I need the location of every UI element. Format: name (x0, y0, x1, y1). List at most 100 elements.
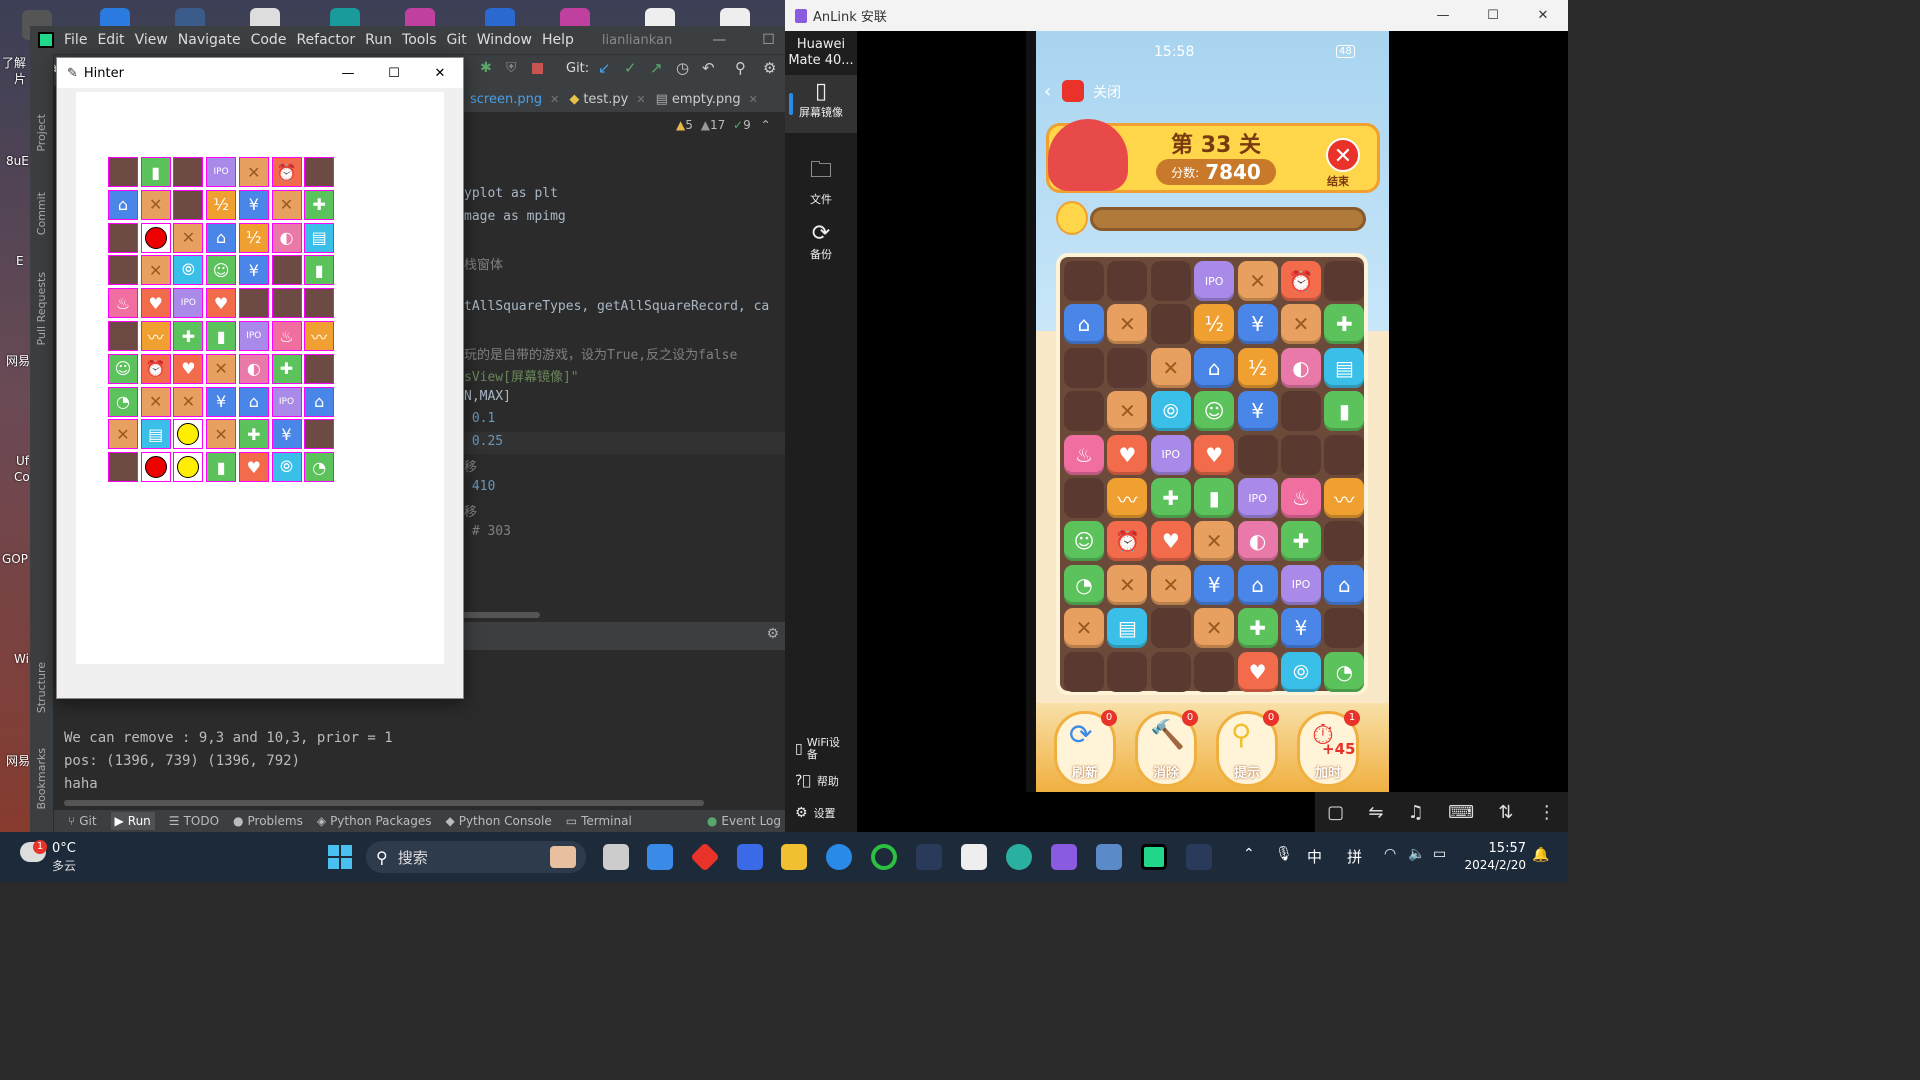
menu-code[interactable]: Code (251, 32, 287, 48)
board-tile-crate[interactable]: ✕ (1194, 608, 1235, 649)
board-tile-crate[interactable]: ✕ (1194, 521, 1235, 562)
git-push-icon[interactable]: ↗ (650, 59, 663, 77)
board-tile-half[interactable]: ½ (1237, 347, 1278, 388)
sidebar-item-help[interactable]: ?⃝ 帮助 (785, 773, 857, 789)
board-tile-crate[interactable]: ✕ (1107, 564, 1148, 605)
chevron-up-icon[interactable]: ⌃ (1243, 846, 1255, 862)
board-tile-person[interactable]: ☺ (1064, 521, 1104, 562)
stop-icon[interactable] (532, 63, 543, 74)
anlink-icon[interactable] (1051, 844, 1077, 870)
tab-empty-png[interactable]: ▤ empty.png ✕ (656, 92, 758, 107)
store-icon[interactable] (737, 844, 763, 870)
powerup-button-2[interactable]: ⚲ 提示 0 (1216, 710, 1279, 787)
close-icon[interactable]: ✕ (749, 93, 758, 106)
board-tile-yen[interactable]: ¥ (1281, 608, 1321, 649)
close-icon[interactable]: ✕ (636, 93, 645, 106)
board-tile-ipo[interactable]: IPO (1281, 564, 1321, 605)
board-tile-bulb[interactable]: ⦾ (1150, 391, 1191, 432)
tab-test-py[interactable]: ◆ test.py ✕ (569, 92, 645, 107)
minimize-icon[interactable]: — (325, 66, 371, 81)
phone-screen[interactable]: 15:58 48 ‹ 关闭 第 33 关 分数: 7840 ✕ 结束 IPO ✕ ⏰… (1036, 31, 1389, 792)
rotate-icon[interactable]: ⇋ (1368, 802, 1383, 823)
tool-problems[interactable]: ● Problems (233, 814, 303, 828)
board-tile-chart[interactable]: 〰 (1324, 478, 1365, 518)
tool-terminal[interactable]: ▭ Terminal (566, 814, 632, 828)
weather-temp[interactable]: 0°C (52, 841, 76, 856)
tool-commit[interactable]: Commit (35, 192, 48, 235)
board-tile-crate[interactable]: ✕ (1281, 304, 1321, 345)
tool-bookmarks[interactable]: Bookmarks (35, 748, 48, 809)
maximize-icon[interactable]: ☐ (762, 32, 775, 48)
board-tile-chart[interactable]: 〰 (1107, 478, 1148, 518)
board-tile-pig[interactable]: ♥ (1150, 521, 1191, 562)
tool-run[interactable]: ▶ Run (110, 812, 155, 830)
search-icon[interactable]: ⚲ (735, 59, 746, 77)
board-tile-person[interactable]: ☺ (1194, 391, 1235, 432)
python-tk-icon[interactable] (1186, 844, 1212, 870)
start-icon[interactable] (328, 845, 352, 869)
app-red-icon[interactable] (690, 842, 720, 872)
board-tile-fire[interactable]: ♨ (1281, 478, 1321, 518)
tool-project[interactable]: Project (35, 114, 48, 152)
taskbar-search[interactable]: ⚲ 搜索 (366, 841, 586, 873)
board-tile-house[interactable]: ⌂ (1194, 347, 1235, 388)
chevron-up-icon[interactable]: ⌃ (761, 118, 771, 132)
menu-help[interactable]: Help (542, 32, 574, 48)
wifi-icon[interactable]: ◠ (1384, 846, 1396, 862)
history-icon[interactable]: ◷ (676, 59, 689, 77)
close-link[interactable]: 关闭 (1093, 82, 1121, 102)
file-explorer-icon[interactable] (781, 844, 807, 870)
board-tile-half[interactable]: ½ (1194, 304, 1235, 345)
board-tile-crate[interactable]: ✕ (1150, 347, 1191, 388)
board-tile-medkit[interactable]: ✚ (1281, 521, 1321, 562)
rollback-icon[interactable]: ↶ (702, 59, 715, 77)
board-tile-yen[interactable]: ¥ (1237, 391, 1278, 432)
anlink-titlebar[interactable]: AnLink 安联 — ☐ ✕ (785, 0, 1568, 31)
app-blue-icon[interactable] (826, 844, 852, 870)
board-tile-crate[interactable]: ✕ (1237, 261, 1278, 301)
layout-icon[interactable]: ▢ (1327, 802, 1344, 823)
board-tile-ipo[interactable]: IPO (1237, 478, 1278, 518)
task-view-icon[interactable] (603, 844, 629, 870)
board-tile-yen[interactable]: ¥ (1237, 304, 1278, 345)
close-icon[interactable]: ✕ (550, 93, 559, 106)
tool-todo[interactable]: ☰ TODO (169, 814, 219, 828)
board-tile-wifi[interactable]: ▤ (1324, 347, 1365, 388)
board-tile-book[interactable]: ▮ (1194, 478, 1235, 518)
tool-python-console[interactable]: ◆ Python Console (445, 814, 551, 828)
menu-window[interactable]: Window (477, 32, 532, 48)
transfer-icon[interactable]: ⇅ (1498, 802, 1513, 823)
maximize-icon[interactable]: ☐ (371, 66, 417, 81)
board-tile-ipo[interactable]: IPO (1150, 434, 1191, 475)
notification-bell-icon[interactable]: 🔔 (1532, 847, 1549, 863)
inspection-widget[interactable]: ▲5 ▲17 ✓9 ⌃ (676, 118, 771, 132)
back-icon[interactable]: ‹ (1044, 81, 1051, 102)
board-tile-wifi[interactable]: ▤ (1107, 608, 1148, 649)
minimize-icon[interactable]: — (1418, 8, 1468, 23)
close-icon[interactable]: ✕ (417, 66, 463, 81)
widget-icon[interactable] (647, 844, 673, 870)
edge-icon[interactable] (1006, 844, 1032, 870)
board-tile-pig[interactable]: ♥ (1107, 434, 1148, 475)
tab-screen-png[interactable]: screen.png ✕ (470, 92, 559, 107)
git-update-icon[interactable]: ↙ (598, 59, 611, 77)
maximize-icon[interactable]: ☐ (1468, 8, 1518, 23)
audio-icon[interactable]: ♫ (1408, 802, 1424, 823)
board-tile-pig[interactable]: ♥ (1237, 651, 1278, 692)
clock-time[interactable]: 15:57 (1466, 841, 1526, 856)
app-green-icon[interactable] (871, 844, 897, 870)
powerup-button-0[interactable]: ⟳ 刷新 0 (1054, 710, 1117, 787)
tool-event-log[interactable]: ● Event Log (707, 814, 781, 828)
board-tile-crate[interactable]: ✕ (1107, 391, 1148, 432)
sidebar-item-backup[interactable]: ⟳ 备份 (785, 221, 857, 262)
board-tile-pig[interactable]: ♥ (1194, 434, 1235, 475)
sidebar-item-wifi[interactable]: ▯ WiFi设备 (785, 737, 857, 761)
menu-navigate[interactable]: Navigate (178, 32, 241, 48)
board-tile-ipo[interactable]: IPO (1194, 261, 1235, 301)
board-tile-house[interactable]: ⌂ (1064, 304, 1104, 345)
keyboard-icon[interactable]: ⌨ (1448, 802, 1474, 823)
tool-pull-requests[interactable]: Pull Requests (35, 272, 48, 345)
board-tile-crate[interactable]: ✕ (1064, 608, 1104, 649)
pycharm-icon[interactable] (1141, 844, 1167, 870)
board-tile-medkit[interactable]: ✚ (1237, 608, 1278, 649)
